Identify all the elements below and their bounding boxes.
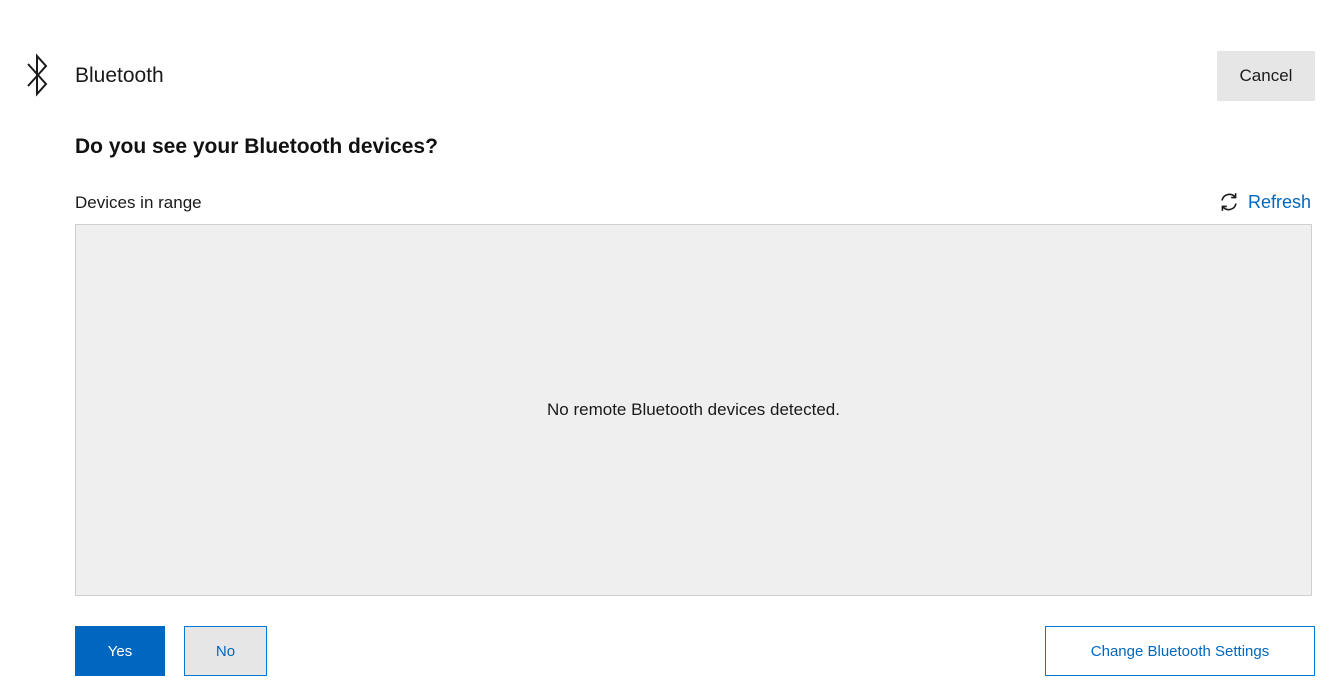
bluetooth-icon	[27, 53, 48, 97]
change-bluetooth-settings-button[interactable]: Change Bluetooth Settings	[1045, 626, 1315, 676]
refresh-icon	[1221, 193, 1237, 211]
app-title: Bluetooth	[75, 64, 164, 87]
no-button[interactable]: No	[184, 626, 267, 676]
devices-list: No remote Bluetooth devices detected.	[75, 224, 1312, 596]
yes-button[interactable]: Yes	[75, 626, 165, 676]
cancel-button[interactable]: Cancel	[1217, 51, 1315, 101]
refresh-button[interactable]: Refresh	[1218, 190, 1311, 214]
refresh-label: Refresh	[1247, 192, 1311, 212]
empty-state-message: No remote Bluetooth devices detected.	[547, 400, 840, 419]
bluetooth-dialog: Bluetooth Cancel Do you see your Bluetoo…	[0, 0, 1328, 689]
page-title: Do you see your Bluetooth devices?	[75, 135, 438, 158]
devices-in-range-label: Devices in range	[75, 193, 202, 212]
